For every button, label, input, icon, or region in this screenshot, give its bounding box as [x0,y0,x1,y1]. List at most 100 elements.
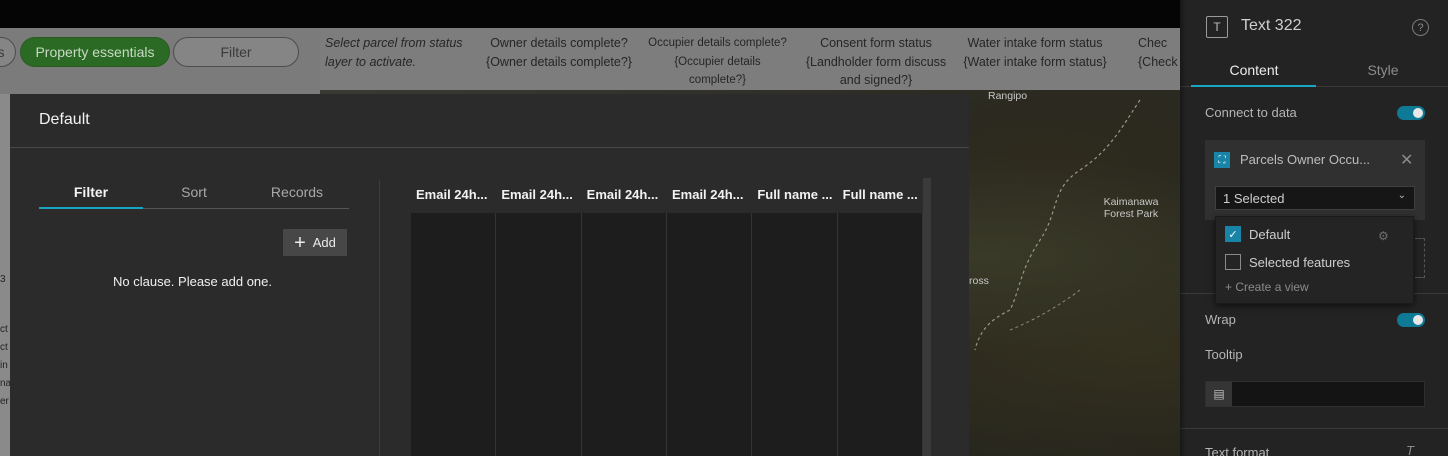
table-cell[interactable] [752,378,838,411]
tab-style[interactable]: Style [1318,62,1448,78]
tab-content[interactable]: Content [1189,62,1319,78]
table-cell[interactable] [411,411,497,444]
tooltip-input[interactable]: ▤ [1205,381,1425,407]
status-check: Chec {Check [1138,36,1178,69]
table-cell[interactable] [581,411,667,444]
table-cell[interactable] [837,378,923,411]
table-cell[interactable] [496,378,582,411]
table-cell[interactable] [496,345,582,378]
table-row[interactable] [411,345,923,378]
table-row[interactable] [411,378,923,411]
table-cell[interactable] [496,312,582,345]
table-cell[interactable] [837,444,923,456]
column-header[interactable]: Email 24h... [496,178,581,213]
table-cell[interactable] [752,345,838,378]
table-cell[interactable] [411,246,497,279]
panel-divider [1180,428,1448,429]
table-cell[interactable] [496,411,582,444]
pill-label: s [0,44,5,60]
table-cell[interactable] [666,345,753,378]
column-header[interactable]: Full name ... [838,178,923,213]
pill-filter[interactable]: Filter [173,37,299,67]
close-icon[interactable]: ✕ [1400,150,1413,170]
tab-records[interactable]: Records [245,184,349,200]
text-format-label: Text format [1205,445,1270,456]
table-cell[interactable] [837,345,923,378]
wrap-label: Wrap [1205,312,1236,327]
table-cell[interactable] [581,312,667,345]
help-icon[interactable]: ? [1412,19,1429,36]
table-row[interactable] [411,444,923,456]
table-cell[interactable] [411,312,497,345]
table-cell[interactable] [837,312,923,345]
checkbox-checked-icon[interactable]: ✓ [1225,226,1241,242]
table-cell[interactable] [752,213,838,246]
column-header[interactable]: Email 24h... [667,178,752,213]
add-clause-button[interactable]: + Add [283,229,347,256]
data-source-icon: ⛶ [1214,152,1230,168]
table-cell[interactable] [581,444,667,456]
table-cell[interactable] [496,213,582,246]
tooltip-label: Tooltip [1205,347,1243,362]
table-cell[interactable] [411,378,497,411]
option-selected-features[interactable]: Selected features [1225,254,1350,270]
table-cell[interactable] [837,246,923,279]
table-row[interactable] [411,246,923,279]
table-cell[interactable] [581,279,667,312]
view-select[interactable]: 1 Selected ⌄ [1215,186,1415,210]
tab-sort[interactable]: Sort [142,184,246,200]
left-strip: 3 ct ct in na er [0,94,10,456]
table-row[interactable] [411,213,923,246]
table-cell[interactable] [752,279,838,312]
table-cell[interactable] [411,213,497,246]
status-water-intake: Water intake form status {Water intake f… [963,36,1107,69]
column-header[interactable]: Full name ... [752,178,837,213]
option-default[interactable]: ✓ Default [1225,226,1290,242]
table-cell[interactable] [837,411,923,444]
table-cell[interactable] [666,279,753,312]
table-cell[interactable] [666,312,753,345]
checkbox-icon[interactable] [1225,254,1241,270]
table-cell[interactable] [411,279,497,312]
table-cell[interactable] [666,213,753,246]
wrap-toggle[interactable] [1397,313,1425,327]
create-view-link[interactable]: + Create a view [1225,280,1309,294]
records-table[interactable]: Email 24h... Email 24h... Email 24h... E… [411,178,931,456]
data-source-name: Parcels Owner Occu... [1240,152,1371,167]
table-cell[interactable] [666,444,753,456]
table-cell[interactable] [496,279,582,312]
table-cell[interactable] [411,345,497,378]
text-format-icon[interactable]: T͓ [1406,443,1414,456]
table-cell[interactable] [411,444,497,456]
table-row[interactable] [411,411,923,444]
pill-property-essentials[interactable]: Property essentials [20,37,170,67]
table-row[interactable] [411,279,923,312]
modal-vertical-divider [379,180,380,456]
column-header[interactable]: Email 24h... [411,178,496,213]
table-row[interactable] [411,312,923,345]
table-cell[interactable] [752,312,838,345]
tab-filter[interactable]: Filter [39,184,143,200]
table-cell[interactable] [581,213,667,246]
table-cell[interactable] [666,411,753,444]
table-cell[interactable] [837,213,923,246]
table-cell[interactable] [666,378,753,411]
table-body [411,213,923,456]
column-header[interactable]: Email 24h... [582,178,667,213]
pill-partial[interactable]: s [0,37,16,67]
chevron-down-icon: ⌄ [1397,190,1406,201]
table-cell[interactable] [496,246,582,279]
table-cell[interactable] [666,246,753,279]
table-cell[interactable] [752,246,838,279]
table-cell[interactable] [496,444,582,456]
connect-toggle[interactable] [1397,106,1425,120]
document-icon[interactable]: ▤ [1206,382,1232,406]
table-cell[interactable] [752,444,838,456]
table-cell[interactable] [581,378,667,411]
table-cell[interactable] [581,246,667,279]
table-cell[interactable] [752,411,838,444]
gear-icon[interactable]: ⚙ [1378,229,1389,243]
table-cell[interactable] [581,345,667,378]
table-cell[interactable] [837,279,923,312]
table-scrollbar[interactable] [923,178,931,456]
